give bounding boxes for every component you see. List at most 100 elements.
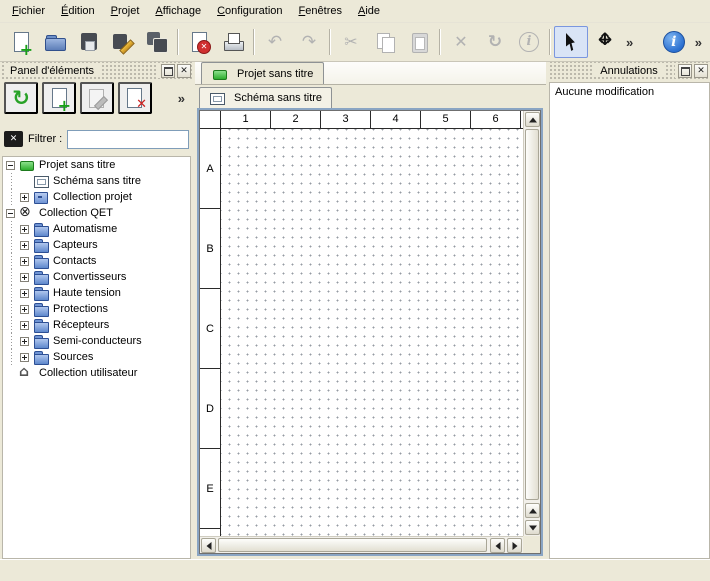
expand-icon[interactable] xyxy=(20,273,29,282)
undo-history-list[interactable]: Aucune modification xyxy=(549,82,710,559)
menu-fichier[interactable]: Fichier xyxy=(4,2,53,20)
workspace: Projet sans titre Schéma sans titre 1 2 … xyxy=(195,62,546,559)
diagram-canvas[interactable] xyxy=(221,129,523,536)
elements-panel-title: Panel d'éléments xyxy=(4,65,100,77)
tree-item-collection-utilisateur[interactable]: Collection utilisateur xyxy=(3,365,190,381)
tree-item-protections[interactable]: Protections xyxy=(3,301,190,317)
print-button[interactable] xyxy=(216,26,250,58)
tree-item-contacts[interactable]: Contacts xyxy=(3,253,190,269)
cursor-arrow-icon xyxy=(559,30,583,54)
delete-icon xyxy=(449,30,473,54)
collapse-icon[interactable] xyxy=(6,209,15,218)
tree-item-sources[interactable]: Sources xyxy=(3,349,190,365)
expand-icon[interactable] xyxy=(20,289,29,298)
info-icon xyxy=(517,30,541,54)
tree-item-automatisme[interactable]: Automatisme xyxy=(3,221,190,237)
elements-panel-titlebar[interactable]: Panel d'éléments xyxy=(0,62,193,80)
float-icon[interactable] xyxy=(161,64,175,78)
expand-icon[interactable] xyxy=(20,193,29,202)
tree-item-schema-sans-titre[interactable]: Schéma sans titre xyxy=(3,173,190,189)
column-header: 2 xyxy=(271,111,321,128)
about-qet-button[interactable] xyxy=(657,26,691,58)
menu-fenetres[interactable]: Fenêtres xyxy=(291,2,350,20)
toolbar-overflow-chevron-2[interactable]: » xyxy=(691,35,706,50)
new-document-button[interactable] xyxy=(4,26,38,58)
diagram-tab-label: Schéma sans titre xyxy=(234,92,322,104)
home-icon xyxy=(19,367,35,379)
expand-icon[interactable] xyxy=(20,337,29,346)
tree-item-recepteurs[interactable]: Récepteurs xyxy=(3,317,190,333)
toolbar-overflow-chevron[interactable]: » xyxy=(622,35,637,50)
menu-projet[interactable]: Projet xyxy=(103,2,148,20)
close-file-button[interactable] xyxy=(182,26,216,58)
filter-label: Filtrer : xyxy=(28,133,62,145)
save-icon xyxy=(77,30,101,54)
reload-collections-icon xyxy=(9,86,33,110)
folder-icon xyxy=(33,271,49,283)
expand-icon[interactable] xyxy=(20,353,29,362)
float-icon[interactable] xyxy=(678,64,692,78)
filter-input[interactable] xyxy=(67,130,189,149)
delete-element-icon xyxy=(123,86,147,110)
scroll-down-button[interactable] xyxy=(525,520,540,535)
tab-projet-sans-titre[interactable]: Projet sans titre xyxy=(201,62,324,84)
save-as-button[interactable] xyxy=(106,26,140,58)
tree-item-label: Convertisseurs xyxy=(53,271,126,283)
collapse-icon[interactable] xyxy=(6,161,15,170)
expand-icon[interactable] xyxy=(20,321,29,330)
close-icon[interactable] xyxy=(694,64,708,78)
expand-icon[interactable] xyxy=(20,305,29,314)
menu-edition[interactable]: Édition xyxy=(53,2,103,20)
status-bar xyxy=(0,559,710,581)
tree-item-semi-conducteurs[interactable]: Semi-conducteurs xyxy=(3,333,190,349)
expand-icon[interactable] xyxy=(20,241,29,250)
scroll-left-button[interactable] xyxy=(201,538,216,553)
project-pane: Schéma sans titre 1 2 3 4 5 6 A xyxy=(195,85,546,559)
tree-item-convertisseurs[interactable]: Convertisseurs xyxy=(3,269,190,285)
vertical-scrollbar[interactable] xyxy=(523,111,540,536)
move-icon xyxy=(593,30,617,54)
horizontal-scroll-thumb[interactable] xyxy=(218,538,487,552)
project-icon xyxy=(212,68,228,80)
scroll-right-button[interactable] xyxy=(507,538,522,553)
scroll-up-button-2[interactable] xyxy=(525,503,540,518)
rotate-icon xyxy=(483,30,507,54)
menu-aide[interactable]: Aide xyxy=(350,2,388,20)
tree-item-projet-sans-titre[interactable]: Projet sans titre xyxy=(3,157,190,173)
tab-schema-sans-titre[interactable]: Schéma sans titre xyxy=(199,87,332,108)
pan-mode-button[interactable] xyxy=(588,26,622,58)
undo-dock-titlebar[interactable]: Annulations xyxy=(548,62,710,80)
new-element-button[interactable] xyxy=(42,82,76,114)
menu-affichage[interactable]: Affichage xyxy=(147,2,209,20)
expand-icon[interactable] xyxy=(20,225,29,234)
tree-item-collection-qet[interactable]: Collection QET xyxy=(3,205,190,221)
row-header: D xyxy=(200,369,220,449)
undo-icon xyxy=(263,30,287,54)
select-mode-button[interactable] xyxy=(554,26,588,58)
tree-item-haute-tension[interactable]: Haute tension xyxy=(3,285,190,301)
collection-icon xyxy=(33,191,49,203)
close-icon[interactable] xyxy=(177,64,191,78)
new-element-icon xyxy=(47,86,71,110)
clear-filter-icon[interactable] xyxy=(4,131,23,147)
edit-element-icon xyxy=(85,86,109,110)
open-project-button[interactable] xyxy=(38,26,72,58)
tree-item-capteurs[interactable]: Capteurs xyxy=(3,237,190,253)
column-header: 3 xyxy=(321,111,371,128)
save-all-button[interactable] xyxy=(140,26,174,58)
diagram-frame: 1 2 3 4 5 6 A B C D E xyxy=(197,108,543,556)
save-button[interactable] xyxy=(72,26,106,58)
panel-toolbar-overflow-chevron[interactable]: » xyxy=(174,91,189,106)
expand-icon[interactable] xyxy=(20,257,29,266)
column-header: 4 xyxy=(371,111,421,128)
scroll-up-button[interactable] xyxy=(525,112,540,127)
tree-item-collection-projet[interactable]: Collection projet xyxy=(3,189,190,205)
vertical-scroll-thumb[interactable] xyxy=(525,129,539,500)
toolbar-separator xyxy=(329,29,331,55)
horizontal-scrollbar[interactable] xyxy=(200,536,523,553)
scroll-left-button-2[interactable] xyxy=(490,538,505,553)
project-icon xyxy=(19,159,35,171)
reload-collections-button[interactable] xyxy=(4,82,38,114)
delete-element-button[interactable] xyxy=(118,82,152,114)
menu-configuration[interactable]: Configuration xyxy=(209,2,290,20)
